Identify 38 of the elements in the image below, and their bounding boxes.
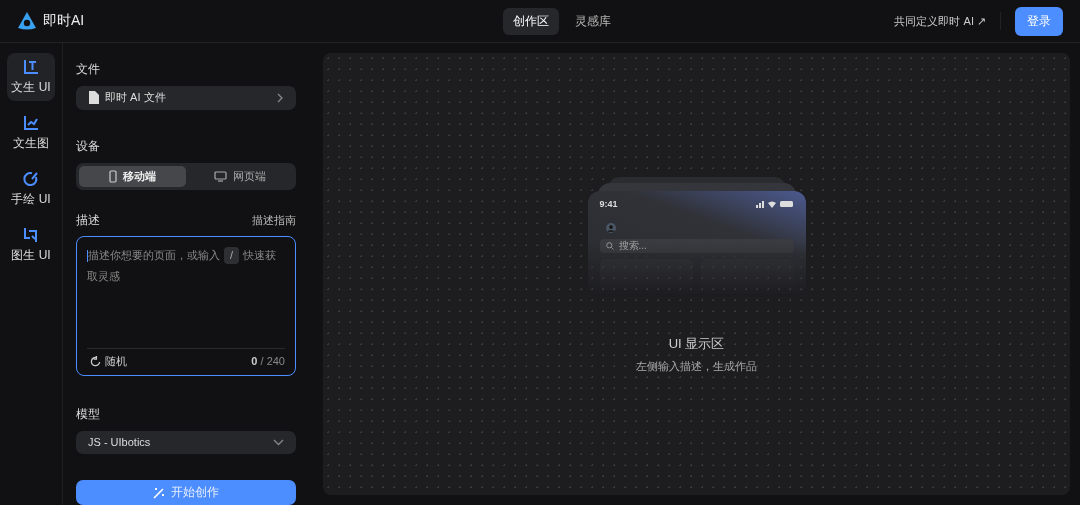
preview-title: UI 显示区 xyxy=(668,335,725,353)
image-ui-icon xyxy=(23,226,39,243)
monitor-icon xyxy=(213,170,227,182)
description-heading: 描述 xyxy=(76,211,100,229)
mode-tab[interactable]: 手绘 UI xyxy=(7,165,55,213)
mode-tab[interactable]: 图生 UI xyxy=(7,221,55,269)
device-option[interactable]: 移动端 xyxy=(79,165,186,187)
device-heading: 设备 xyxy=(76,137,101,155)
mode-tab[interactable]: 文生图 xyxy=(7,109,55,157)
nav-tab[interactable]: 灵感库 xyxy=(565,7,621,35)
logo-icon xyxy=(17,11,37,31)
file-heading: 文件 xyxy=(76,61,101,78)
refresh-icon xyxy=(90,355,101,367)
character-counter: 0 / 240 xyxy=(251,355,285,368)
status-icons-drawing xyxy=(755,200,794,208)
brush-icon xyxy=(23,170,39,187)
text-icon xyxy=(23,58,39,75)
description-field[interactable]: 描述你想要的页面，或输入 / 快速获取灵感 随机 0 / 240 xyxy=(76,235,296,376)
file-icon xyxy=(88,91,99,105)
slash-key: / xyxy=(224,246,240,264)
guide-link[interactable]: 描述指南 xyxy=(252,212,296,228)
device-option[interactable]: 网页端 xyxy=(186,165,293,187)
model-heading: 模型 xyxy=(76,405,101,423)
phone-icon xyxy=(109,169,117,183)
nav-tab[interactable]: 创作区 xyxy=(503,7,559,35)
preview-subtitle: 左侧输入描述，生成作品 xyxy=(636,359,757,374)
file-selector[interactable]: 即时 AI 文件 xyxy=(76,86,296,110)
model-dropdown[interactable]: JS - UIbotics xyxy=(76,430,296,455)
chevron-down-icon xyxy=(273,439,284,446)
magic-wand-icon xyxy=(153,486,165,499)
mode-tab[interactable]: 文生 UI xyxy=(7,53,55,101)
random-button[interactable]: 随机 xyxy=(87,353,130,369)
chevron-right-icon xyxy=(277,92,284,103)
brand-name: 即时AI xyxy=(43,12,85,30)
chart-icon xyxy=(23,114,39,131)
status-time: 9:41 xyxy=(599,199,618,209)
search-icon xyxy=(605,242,614,250)
community-link[interactable]: 共同定义即时 AI ↗ xyxy=(894,13,986,29)
